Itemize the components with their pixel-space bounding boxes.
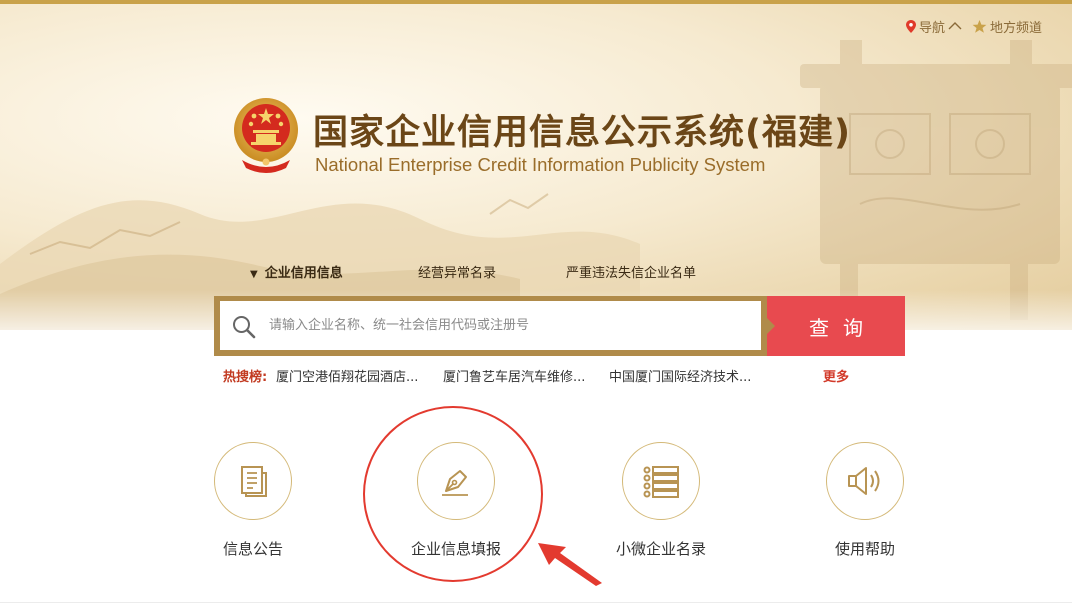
nav-menu-link[interactable]: 导航 [905, 17, 962, 36]
hot-search-more-link[interactable]: 更多 [823, 366, 849, 385]
tab-credit-info[interactable]: ▼ 企业信用信息 [250, 262, 343, 281]
hot-search-item[interactable]: 中国厦门国际经济技术... [609, 366, 751, 385]
star-icon [972, 19, 987, 33]
local-channel-label: 地方频道 [989, 20, 1042, 36]
tab-abnormal-list-label: 经营异常名录 [418, 266, 497, 281]
hot-search-item[interactable]: 厦门空港佰翔花园酒店... [276, 366, 418, 385]
hot-search-item[interactable]: 厦门鲁艺车居汽车维修... [443, 366, 585, 385]
feature-help[interactable]: 使用帮助 [825, 442, 905, 558]
feature-small-enterprise-list[interactable]: 小微企业名录 [616, 442, 706, 558]
tab-credit-info-label: 企业信用信息 [264, 266, 343, 281]
list-icon [643, 466, 679, 498]
local-channel-link[interactable]: 地方频道 [972, 17, 1042, 36]
search-icon [233, 316, 256, 339]
document-icon [241, 466, 267, 497]
location-pin-icon [905, 19, 916, 33]
national-emblem-icon [234, 98, 298, 173]
nav-label: 导航 [918, 20, 945, 36]
feature-icon-circle [214, 442, 292, 520]
tab-blacklist-label: 严重违法失信企业名单 [566, 266, 697, 281]
page-title: 国家企业信用信息公示系统(福建) [313, 113, 851, 153]
bottom-divider [0, 602, 1072, 603]
feature-label: 小微企业名录 [615, 540, 707, 558]
chevron-up-icon [948, 22, 962, 30]
pointer-arrow-icon [538, 543, 602, 586]
feature-icon-circle [826, 442, 904, 520]
top-nav: 导航 地方频道 娄 [896, 17, 1042, 36]
search-input[interactable] [220, 301, 761, 350]
triangle-down-icon: ▼ [250, 269, 258, 280]
feature-label: 使用帮助 [834, 540, 896, 558]
highlight-annotation-circle [363, 406, 543, 582]
search-button-notch [767, 318, 775, 334]
feature-label: 信息公告 [222, 540, 284, 558]
tab-abnormal-list[interactable]: 经营异常名录 [418, 262, 496, 281]
speaker-icon [848, 467, 880, 495]
hot-search-label: 热搜榜: [223, 370, 268, 385]
page-subtitle: National Enterprise Credit Information P… [315, 154, 766, 175]
hot-search-bar: 热搜榜: 厦门空港佰翔花园酒店... 厦门鲁艺车居汽车维修... 中国厦门国际经… [223, 366, 883, 385]
feature-icon-circle [622, 442, 700, 520]
feature-info-announcement[interactable]: 信息公告 [213, 442, 293, 558]
search-button[interactable]: 查询 [767, 296, 905, 356]
tab-blacklist[interactable]: 严重违法失信企业名单 [566, 262, 696, 281]
